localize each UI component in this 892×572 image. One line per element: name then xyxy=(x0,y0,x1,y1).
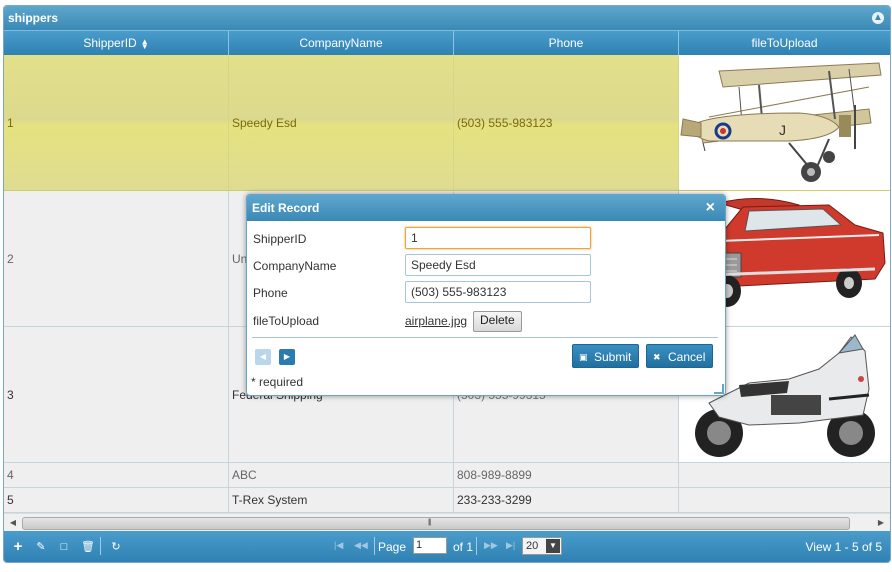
cancel-button[interactable]: ✖ Cancel xyxy=(646,344,714,368)
divider xyxy=(252,337,718,338)
scroll-right-icon[interactable]: ▶ xyxy=(875,517,887,529)
cell-shipperid: 1 xyxy=(4,55,229,190)
save-icon: ▣ xyxy=(579,352,588,363)
cell-companyname: T-Rex System xyxy=(229,488,454,512)
grid-caption: shippers ▲ xyxy=(4,6,890,30)
svg-text:J: J xyxy=(779,122,786,138)
grip-icon: ||| xyxy=(428,519,432,526)
view-icon[interactable]: □ xyxy=(58,541,70,553)
submit-button[interactable]: ▣ Submit xyxy=(572,344,640,368)
separator xyxy=(100,537,101,555)
chevron-down-icon: ▼ xyxy=(546,539,560,553)
add-icon[interactable]: + xyxy=(12,539,24,554)
cell-companyname: ABC xyxy=(229,463,454,487)
horizontal-scrollbar[interactable]: ◀ ||| ▶ xyxy=(4,513,890,532)
next-page-icon[interactable]: ▶▶ xyxy=(484,540,498,551)
column-header-companyname[interactable]: CompanyName xyxy=(229,31,454,55)
close-icon: ✖ xyxy=(653,352,661,363)
pager: + ✎ □ 🗑 ↻ |◀ ◀◀ Page 1 of 1 ▶▶ ▶| 20 ▼ V… xyxy=(4,531,890,562)
shipperid-input[interactable]: 1 xyxy=(405,227,591,249)
table-row[interactable]: 1 Speedy Esd (503) 555-983123 J xyxy=(4,55,890,191)
edit-record-dialog: Edit Record × ShipperID 1 CompanyName Sp… xyxy=(246,194,726,396)
last-page-icon[interactable]: ▶| xyxy=(506,540,515,551)
scroll-thumb[interactable]: ||| xyxy=(22,517,850,530)
column-header-filetoupload[interactable]: fileToUpload xyxy=(679,31,890,55)
scroll-left-icon[interactable]: ◀ xyxy=(7,517,19,529)
prev-page-icon[interactable]: ◀◀ xyxy=(354,540,368,551)
field-label: Phone xyxy=(253,286,288,300)
close-icon[interactable]: × xyxy=(706,195,715,221)
field-label: CompanyName xyxy=(253,259,337,273)
required-note: * required xyxy=(251,375,304,389)
cell-phone: 233-233-3299 xyxy=(454,488,679,512)
first-page-icon[interactable]: |◀ xyxy=(334,540,343,551)
table-row[interactable]: 5 T-Rex System 233-233-3299 xyxy=(4,488,890,513)
rows-per-page-select[interactable]: 20 ▼ xyxy=(522,537,562,555)
edit-icon[interactable]: ✎ xyxy=(35,541,47,553)
dialog-title-bar[interactable]: Edit Record × xyxy=(247,195,725,221)
column-header-shipperid[interactable]: ShipperID ▲ ▼ xyxy=(4,31,229,55)
cell-companyname: Speedy Esd xyxy=(229,55,454,190)
delete-file-button[interactable]: Delete xyxy=(473,311,522,332)
page-input[interactable]: 1 xyxy=(413,537,447,554)
sort-icon[interactable]: ▲ ▼ xyxy=(141,37,149,50)
page-label: Page xyxy=(378,540,407,554)
airplane-image: J xyxy=(680,61,882,182)
cell-shipperid: 5 xyxy=(4,488,229,512)
prev-record-icon[interactable]: ◀ xyxy=(255,349,271,365)
field-label: ShipperID xyxy=(253,232,307,246)
cell-image xyxy=(679,463,890,487)
collapse-icon[interactable]: ▲ xyxy=(872,12,884,24)
cell-shipperid: 4 xyxy=(4,463,229,487)
cell-shipperid: 2 xyxy=(4,191,229,326)
phone-input[interactable]: (503) 555-983123 xyxy=(405,281,591,303)
dialog-title: Edit Record xyxy=(252,201,320,215)
cell-phone: 808-989-8899 xyxy=(454,463,679,487)
view-info: View 1 - 5 of 5 xyxy=(805,540,883,554)
cell-phone: (503) 555-983123 xyxy=(454,55,679,190)
cell-image xyxy=(679,488,890,512)
separator xyxy=(476,537,477,555)
resize-handle[interactable] xyxy=(714,384,724,394)
field-label: fileToUpload xyxy=(253,314,320,328)
grid-caption-title: shippers xyxy=(8,11,59,25)
next-record-icon[interactable]: ▶ xyxy=(279,349,295,365)
grid-header: ShipperID ▲ ▼ CompanyName Phone fileToUplo… xyxy=(4,30,890,55)
cell-image: J xyxy=(679,55,890,190)
separator xyxy=(374,537,375,555)
delete-icon[interactable]: 🗑 xyxy=(81,541,95,553)
companyname-input[interactable]: Speedy Esd xyxy=(405,254,591,276)
cell-shipperid: 3 xyxy=(4,327,229,462)
table-row[interactable]: 4 ABC 808-989-8899 xyxy=(4,463,890,488)
column-header-phone[interactable]: Phone xyxy=(454,31,679,55)
file-link[interactable]: airplane.jpg xyxy=(405,314,467,328)
refresh-icon[interactable]: ↻ xyxy=(110,541,122,553)
page-count: of 1 xyxy=(453,540,474,554)
